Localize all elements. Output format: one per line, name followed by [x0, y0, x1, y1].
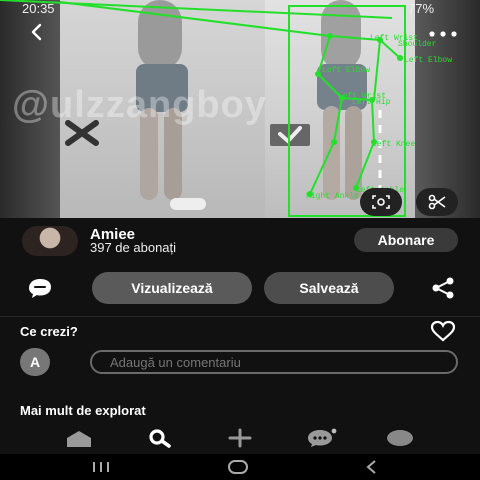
visual-search-icon	[372, 195, 390, 209]
home-button-icon[interactable]	[226, 459, 250, 475]
status-battery: 77%	[408, 1, 435, 16]
more-dots-icon	[429, 31, 457, 37]
comments-title: Ce crezi?	[20, 324, 78, 339]
more-options-button[interactable]	[428, 24, 460, 42]
back-arrow-icon	[31, 23, 42, 41]
pose-label: Left Wrist	[370, 34, 418, 43]
follow-button[interactable]: Abonare	[354, 228, 458, 252]
pose-label: Left Knee	[372, 140, 415, 149]
system-nav-bar	[0, 454, 480, 480]
pose-label: Left Elbow	[322, 66, 370, 75]
share-button[interactable]	[430, 276, 458, 304]
create-icon[interactable]	[224, 428, 256, 448]
cut-out-button[interactable]	[416, 188, 458, 216]
save-button[interactable]: Salvează	[264, 272, 394, 304]
scissors-icon	[428, 194, 446, 210]
home-icon[interactable]	[64, 430, 94, 448]
user-avatar: A	[20, 348, 50, 376]
heart-icon	[430, 320, 456, 342]
visual-search-button[interactable]	[360, 188, 402, 216]
pose-label: Left Hip	[352, 98, 391, 107]
bottom-nav	[0, 424, 480, 454]
like-button[interactable]	[430, 320, 458, 348]
status-time: 20:35	[22, 1, 55, 16]
comment-button[interactable]	[26, 276, 54, 304]
back-button[interactable]	[24, 22, 50, 48]
status-bar: 20:35 77%	[0, 0, 480, 18]
explore-title: Mai mult de explorat	[20, 403, 146, 418]
chat-bubble-icon	[29, 279, 51, 298]
recent-apps-icon[interactable]	[90, 460, 112, 474]
pose-label: Right Ankle	[306, 192, 359, 201]
subscriber-count: 397 de abonați	[90, 240, 177, 255]
pose-label: Left Elbow	[404, 56, 452, 65]
visualize-button[interactable]: Vizualizează	[92, 272, 252, 304]
share-icon	[432, 277, 454, 299]
search-icon[interactable]	[144, 428, 174, 448]
divider	[0, 316, 480, 317]
system-back-icon[interactable]	[362, 459, 382, 475]
comment-input[interactable]	[90, 350, 458, 374]
pin-image[interactable]: @ulzzangboy Shoulder Left Wrist Left Elb…	[0, 0, 480, 218]
messages-icon[interactable]	[304, 428, 338, 448]
pose-overlay: Shoulder Left Wrist Left Elbow Left Elbo…	[0, 0, 452, 217]
profile-icon[interactable]	[384, 428, 416, 448]
creator-avatar[interactable]	[22, 226, 78, 256]
